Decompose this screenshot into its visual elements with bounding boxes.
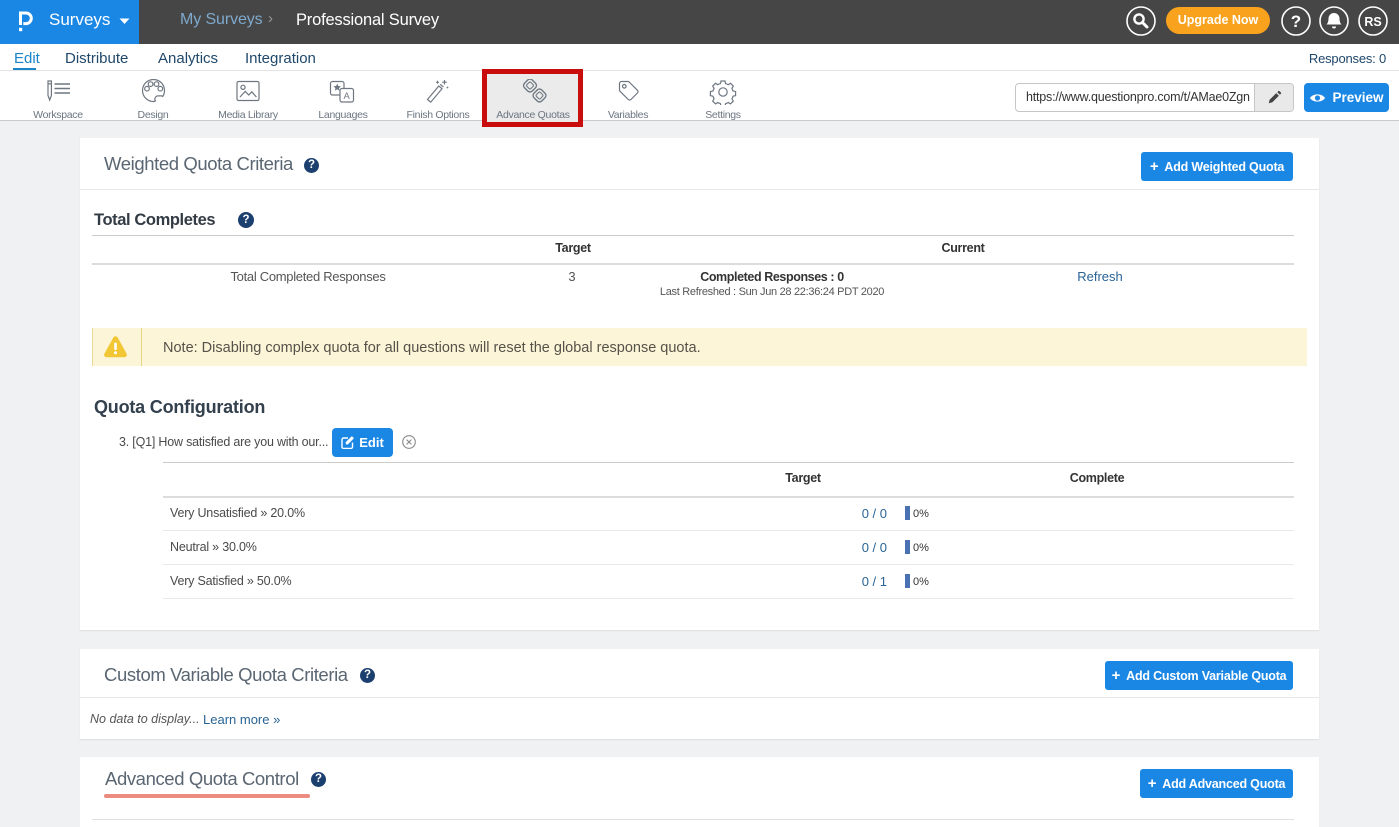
- svg-text:RS: RS: [1364, 15, 1381, 29]
- svg-text:?: ?: [1291, 12, 1301, 31]
- svg-text:A: A: [344, 91, 351, 102]
